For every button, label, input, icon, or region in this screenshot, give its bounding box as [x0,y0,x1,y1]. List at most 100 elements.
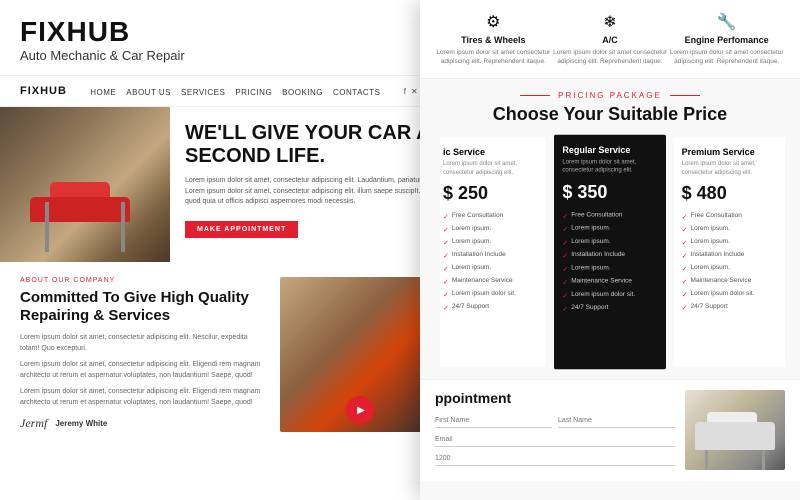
service-tires: ⚙ Tires & Wheels Lorem ipsum dolor sit a… [435,12,552,66]
check-icon: ✓ [443,226,449,234]
basic-feature-5: ✓Lorem ipsum. [443,264,538,273]
check-icon: ✓ [682,278,688,286]
premium-feature-8: ✓24/7 Support [682,303,777,312]
social-f[interactable]: f [404,87,406,96]
car-roof [50,182,110,197]
basic-feature-1: ✓Free Consultation [443,212,538,221]
about-image: ▶ [280,277,440,432]
phone-input[interactable] [435,452,675,466]
about-tag: ABOUT OUR COMPANY [20,277,265,284]
contact-row [435,433,675,447]
check-icon: ✓ [682,226,688,234]
regular-feature-4: ✓Installation Include [562,251,657,260]
make-appointment-button[interactable]: MAKE APPOINTMENT [185,221,298,238]
price-card-premium: Premium Service Lorem ipsum dolor sit am… [674,137,785,367]
first-name-input[interactable] [435,414,552,428]
regular-feature-1: ✓Free Consultation [562,211,657,220]
regular-feature-2: ✓Lorem ipsum. [562,224,657,233]
nav-booking[interactable]: BOOKING [282,88,323,97]
last-name-input[interactable] [558,414,675,428]
social-x[interactable]: ✕ [411,87,418,96]
signature-script: Jermf [20,416,47,431]
ac-desc: Lorem ipsum dolor sit amet consectetur a… [552,48,669,66]
right-panel: ⚙ Tires & Wheels Lorem ipsum dolor sit a… [420,0,800,500]
engine-name: Engine Perfomance [668,35,785,45]
premium-feature-5: ✓Lorem ipsum. [682,264,777,273]
engine-icon: 🔧 [668,12,785,32]
nav-contacts[interactable]: CONTACTS [333,88,380,97]
appointment-image [685,390,785,470]
check-icon: ✓ [443,239,449,247]
premium-feature-2: ✓Lorem ipsum. [682,225,777,234]
check-icon: ✓ [562,212,568,220]
tires-desc: Lorem ipsum dolor sit amet consectetur a… [435,48,552,66]
nav-logo: FIXHUB [20,85,67,97]
phone-row [435,452,675,466]
pricing-headline: Choose Your Suitable Price [435,104,785,125]
regular-feature-6: ✓Maintenance Service [562,277,657,286]
check-icon: ✓ [443,252,449,260]
basic-feature-4: ✓Installation Include [443,251,538,260]
check-icon: ✓ [443,291,449,299]
basic-feature-2: ✓Lorem ipsum. [443,225,538,234]
engine-desc: Lorem ipsum dolor sit amet consectetur a… [668,48,785,66]
basic-card-desc: Lorem ipsum dolor sit amet, consectetur … [443,160,538,177]
basic-feature-3: ✓Lorem ipsum. [443,238,538,247]
regular-features: ✓Free Consultation ✓Lorem ipsum. ✓Lorem … [562,211,657,313]
car-lift-graphic [10,192,160,252]
regular-feature-7: ✓Lorem ipsum dolor sit. [562,291,657,300]
about-para-3: Lorem ipsum dolor sit amet, consectetur … [20,387,265,408]
check-icon: ✓ [443,213,449,221]
hero-content: WE'LL GIVE YOUR CAR A SECOND LIFE. Lorem… [170,107,460,262]
email-input[interactable] [435,433,675,447]
check-icon: ✓ [562,305,568,313]
check-icon: ✓ [682,291,688,299]
signature-name: Jeremy White [55,419,107,428]
check-icon: ✓ [682,265,688,273]
check-icon: ✓ [562,252,568,260]
name-row [435,414,675,428]
pricing-section: PRICING PACKAGE Choose Your Suitable Pri… [420,79,800,379]
premium-feature-3: ✓Lorem ipsum. [682,238,777,247]
basic-feature-7: ✓Lorem ipsum dolor sit. [443,290,538,299]
pricing-tag: PRICING PACKAGE [435,91,785,100]
about-section: ABOUT OUR COMPANY Committed To Give High… [0,262,460,447]
about-content: ABOUT OUR COMPANY Committed To Give High… [20,277,265,432]
brand-title: FIXHUB [20,18,440,46]
appt-lift-left [705,450,708,470]
premium-feature-7: ✓Lorem ipsum dolor sit. [682,290,777,299]
check-icon: ✓ [562,278,568,286]
appt-car-body [695,422,775,450]
play-icon: ▶ [357,405,365,416]
about-para-2: Lorem ipsum dolor sit amet, consectetur … [20,360,265,381]
basic-feature-8: ✓24/7 Support [443,303,538,312]
premium-feature-6: ✓Maintenance Service [682,277,777,286]
ac-icon: ❄ [552,12,669,32]
check-icon: ✓ [682,239,688,247]
nav-services[interactable]: SERVICES [181,88,225,97]
nav-home[interactable]: HOME [90,88,116,97]
signature-area: Jermf Jeremy White [20,416,265,431]
services-row: ⚙ Tires & Wheels Lorem ipsum dolor sit a… [420,0,800,79]
brand-header: FIXHUB Auto Mechanic & Car Repair [0,0,460,75]
regular-card-name: Regular Service [562,145,657,155]
nav-pricing[interactable]: PRICING [235,88,272,97]
nav-bar: FIXHUB HOME ABOUT US SERVICES PRICING BO… [0,75,460,107]
lift-pole-right [121,202,125,252]
basic-card-price: $ 250 [443,183,538,204]
check-icon: ✓ [443,278,449,286]
check-icon: ✓ [562,265,568,273]
nav-about[interactable]: ABOUT US [126,88,171,97]
tires-name: Tires & Wheels [435,35,552,45]
premium-feature-1: ✓Free Consultation [682,212,777,221]
basic-features: ✓Free Consultation ✓Lorem ipsum. ✓Lorem … [443,212,538,312]
premium-card-desc: Lorem ipsum dolor sit amet, consectetur … [682,160,777,177]
hero-image [0,107,170,262]
regular-feature-3: ✓Lorem ipsum. [562,238,657,247]
play-button[interactable]: ▶ [346,396,374,424]
premium-features: ✓Free Consultation ✓Lorem ipsum. ✓Lorem … [682,212,777,312]
about-para-1: Lorem ipsum dolor sit amet, consectetur … [20,333,265,354]
check-icon: ✓ [443,304,449,312]
brand-subtitle: Auto Mechanic & Car Repair [20,48,440,63]
check-icon: ✓ [443,265,449,273]
